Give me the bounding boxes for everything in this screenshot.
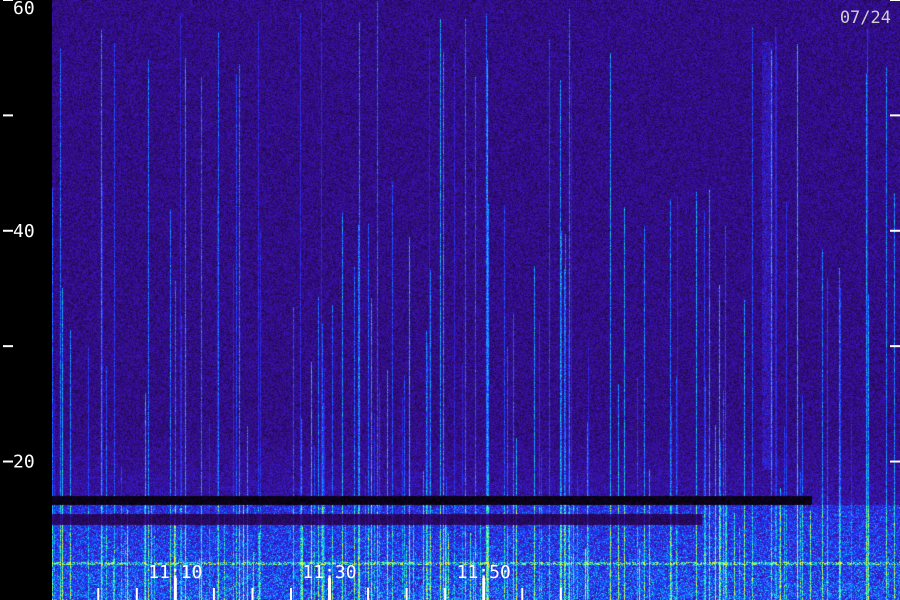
y-tick-label: 20 (13, 452, 35, 473)
x-tick-label: 11:50 (457, 562, 511, 583)
x-tick-label: 11:10 (148, 562, 202, 583)
chart-overlay: 60 40 20 11:10 11:30 11:50 07/24 (3, 0, 900, 600)
y-tick-label: 60 (13, 0, 35, 19)
date-label: 07/24 (840, 8, 891, 28)
y-tick-label: 40 (13, 221, 35, 242)
y-axis: 60 40 20 (3, 0, 900, 473)
x-tick-label: 11:30 (302, 562, 356, 583)
x-axis: 11:10 11:30 11:50 (97, 562, 562, 600)
